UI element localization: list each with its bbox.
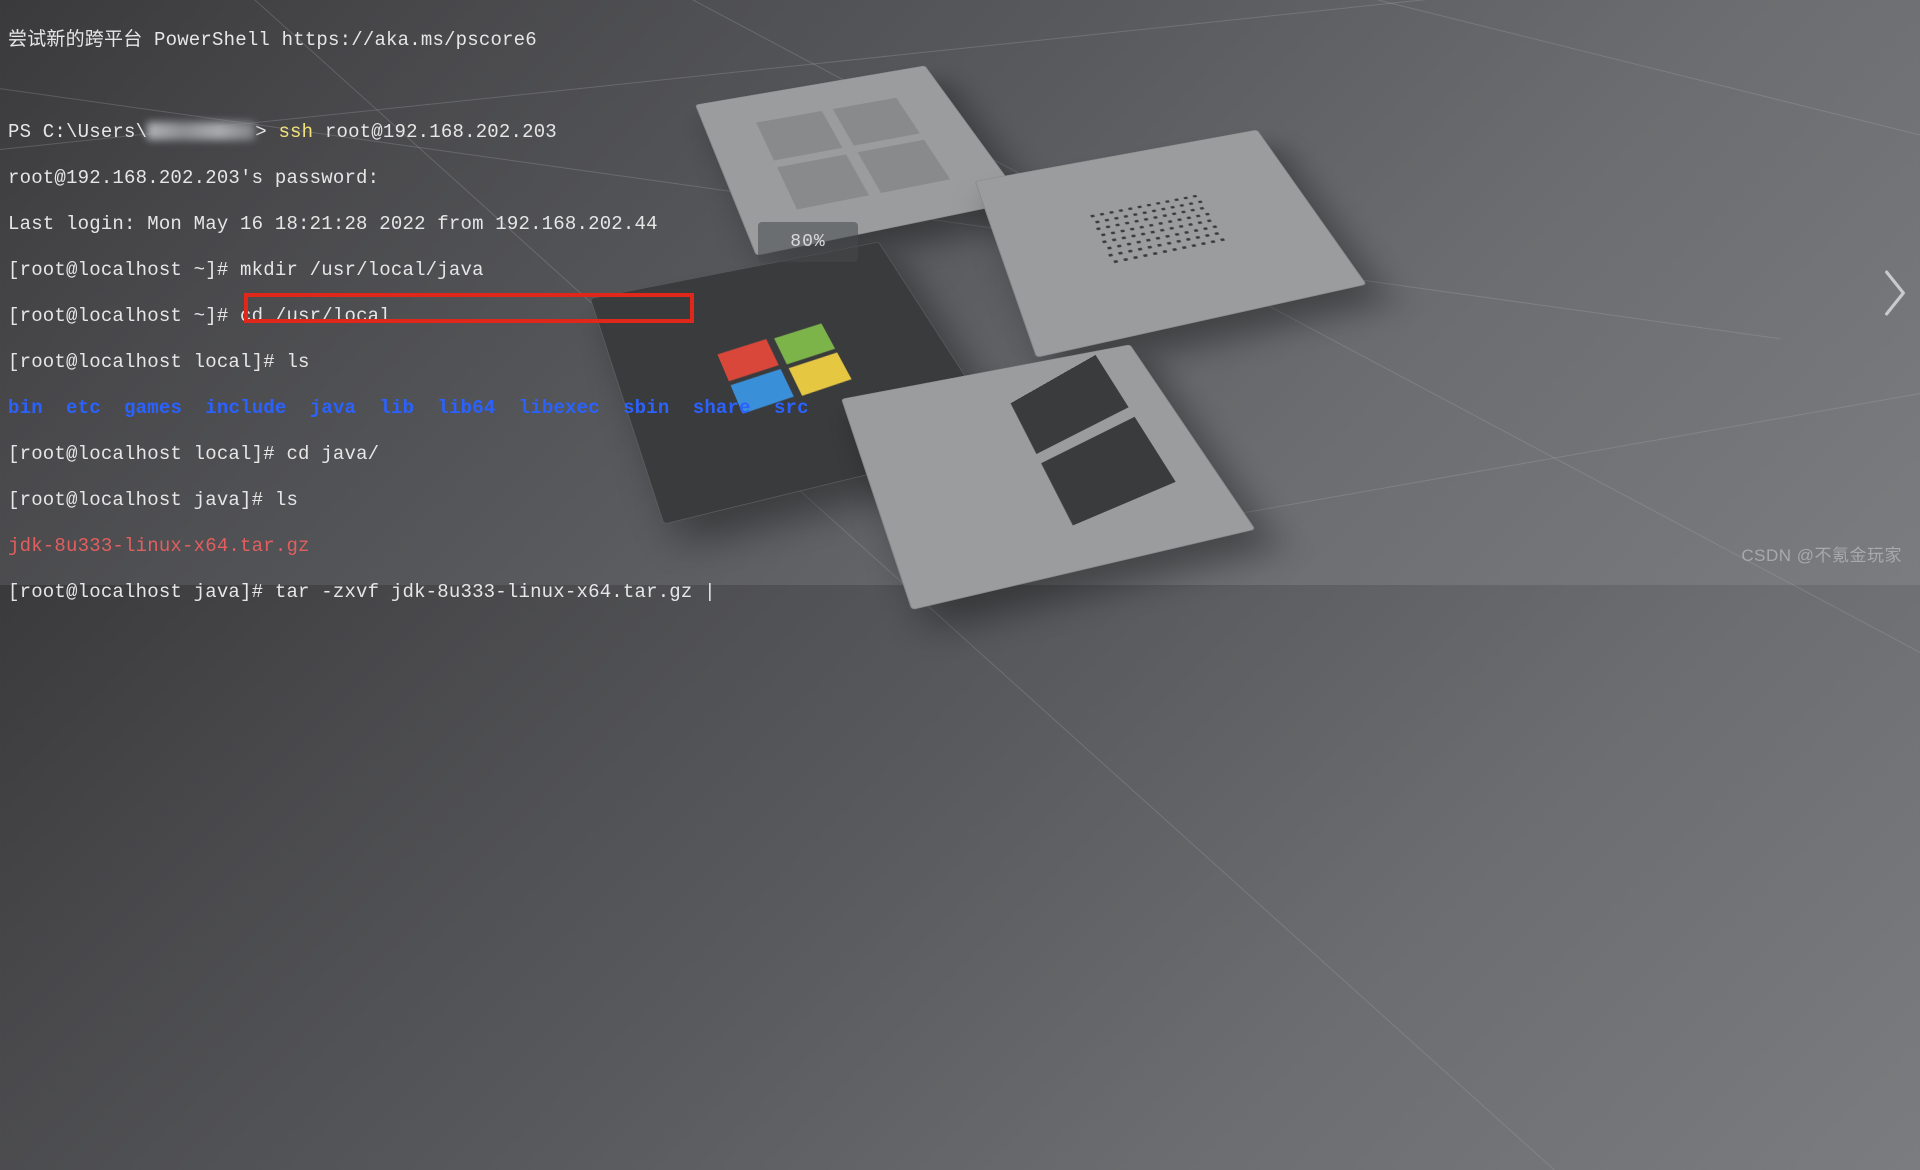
dir-entry: share [693,397,751,419]
chevron-right-icon [1882,270,1908,316]
dir-entry: src [774,397,809,419]
last-login: Last login: Mon May 16 18:21:28 2022 fro… [8,213,1912,236]
dir-entry: java [310,397,356,419]
ssh-cmd: ssh [278,121,313,143]
banner-line: 尝试新的跨平台 PowerShell https://aka.ms/pscore… [8,29,1912,52]
blurred-username [147,122,255,140]
zoom-percent-badge: 80% [758,222,858,262]
dir-entry: lib64 [437,397,495,419]
ps-prefix: PS C:\Users\ [8,121,147,143]
next-image-button[interactable] [1880,263,1910,323]
tar-command: tar -zxvf jdk-8u333-linux-x64.tar.gz [275,581,704,603]
dir-entry: games [124,397,182,419]
password-prompt: root@192.168.202.203's password: [8,167,1912,190]
watermark-text: CSDN @不氪金玩家 [1741,544,1902,567]
highlight-rectangle [244,293,694,323]
dir-entry: etc [66,397,101,419]
cursor: | [704,581,716,603]
tar-line: [root@localhost java]# tar -zxvf jdk-8u3… [8,581,1912,604]
ls-java-line: [root@localhost java]# ls [8,489,1912,512]
dir-entry: bin [8,397,43,419]
dir-entry: include [205,397,286,419]
banner-cn: 尝试新的跨平台 PowerShell [8,29,282,51]
mkdir-line: [root@localhost ~]# mkdir /usr/local/jav… [8,259,1912,282]
dir-listing: bin etc games include java lib lib64 lib… [8,397,1912,420]
cd-java-line: [root@localhost local]# cd java/ [8,443,1912,466]
ls-local-line: [root@localhost local]# ls [8,351,1912,374]
ps-suffix: > [255,121,278,143]
banner-url: https://aka.ms/pscore6 [282,29,537,51]
percent-value: 80% [790,231,825,254]
dir-entry: sbin [623,397,669,419]
ssh-args: root@192.168.202.203 [313,121,557,143]
jdk-file: jdk-8u333-linux-x64.tar.gz [8,535,1912,558]
dir-entry: lib [379,397,414,419]
ps-line: PS C:\Users\ > ssh root@192.168.202.203 [8,121,1912,144]
dir-entry: libexec [519,397,600,419]
